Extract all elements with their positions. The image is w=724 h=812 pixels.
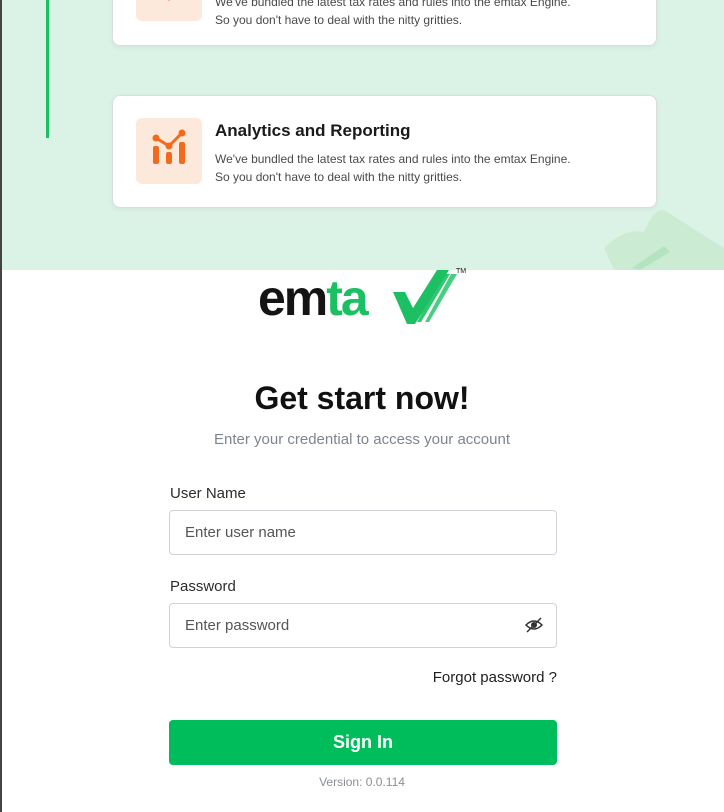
feature-desc-line2: So you don't have to deal with the nitty… [215,13,463,27]
promo-panel: We've bundled the latest tax rates and r… [2,0,724,270]
feature-desc-line1: We've bundled the latest tax rates and r… [215,152,571,166]
logo-wordmark: emta [258,270,369,326]
password-input[interactable] [169,603,557,648]
feature-desc-line1: We've bundled the latest tax rates and r… [215,0,571,9]
feature-card-tax-engine: We've bundled the latest tax rates and r… [112,0,657,46]
checkmark-icon [393,270,457,324]
feature-card-analytics: Analytics and Reporting We've bundled th… [112,95,657,208]
trademark: TM [456,268,467,275]
password-label: Password [170,578,236,595]
page-title: Get start now! [254,380,470,416]
sign-in-button[interactable]: Sign In [169,720,557,765]
username-label: User Name [170,485,246,502]
forgot-password-link[interactable]: Forgot password ? [433,669,557,686]
emtax-logo: emta TM [258,268,468,326]
progress-indicator [46,0,49,138]
eye-slash-icon[interactable] [524,615,544,635]
decorative-illustration [604,209,724,270]
feature-desc-line2: So you don't have to deal with the nitty… [215,170,463,184]
feature-title: Analytics and Reporting [215,121,411,140]
username-input[interactable] [169,510,557,555]
analytics-icon [136,118,202,184]
version-label: Version: 0.0.114 [319,775,405,789]
page-subtitle: Enter your credential to access your acc… [214,431,510,448]
document-icon [136,0,202,21]
